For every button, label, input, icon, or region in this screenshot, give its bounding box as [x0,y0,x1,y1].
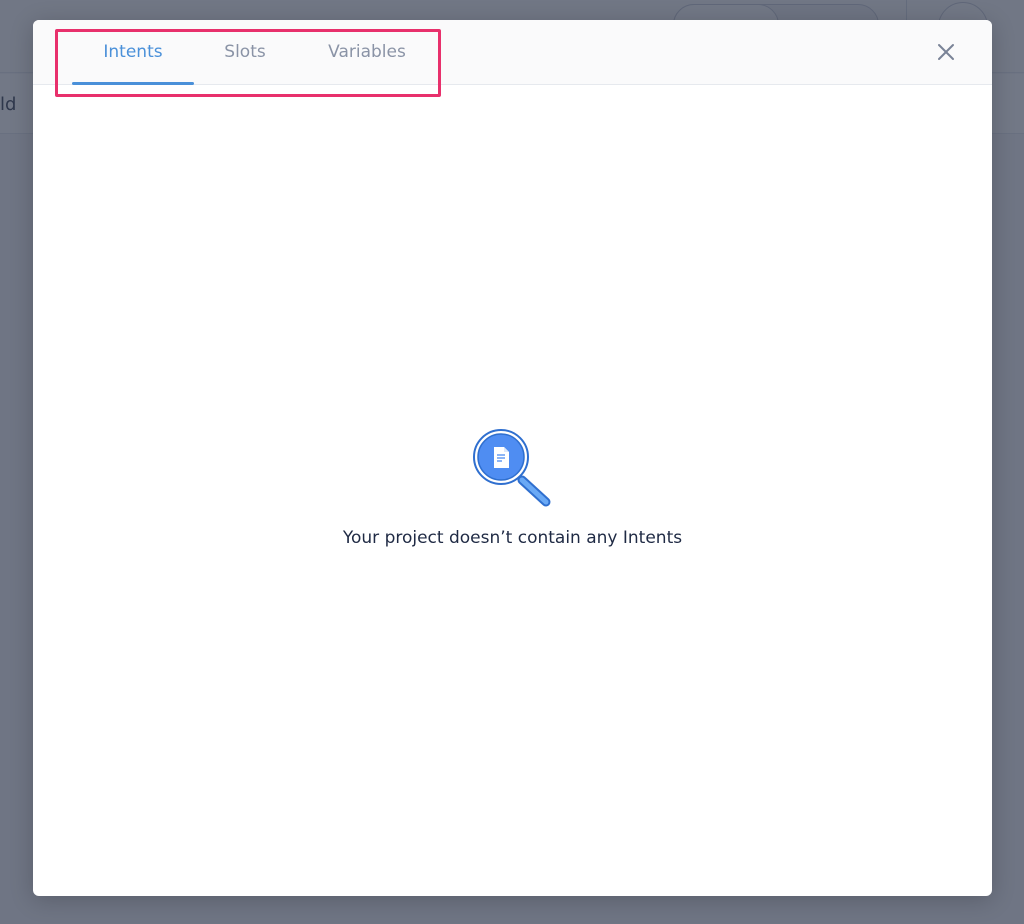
close-icon [938,44,954,60]
tab-variables[interactable]: Variables [311,20,423,85]
tab-slots[interactable]: Slots [205,20,285,85]
search-document-icon [472,428,554,510]
modal-header: Intents Slots Variables [33,20,992,85]
tab-intents[interactable]: Intents [72,20,194,85]
close-button[interactable] [932,38,960,66]
empty-state-message: Your project doesn’t contain any Intents [342,528,683,548]
modal-dialog: Intents Slots Variables Your project doe… [33,20,992,896]
